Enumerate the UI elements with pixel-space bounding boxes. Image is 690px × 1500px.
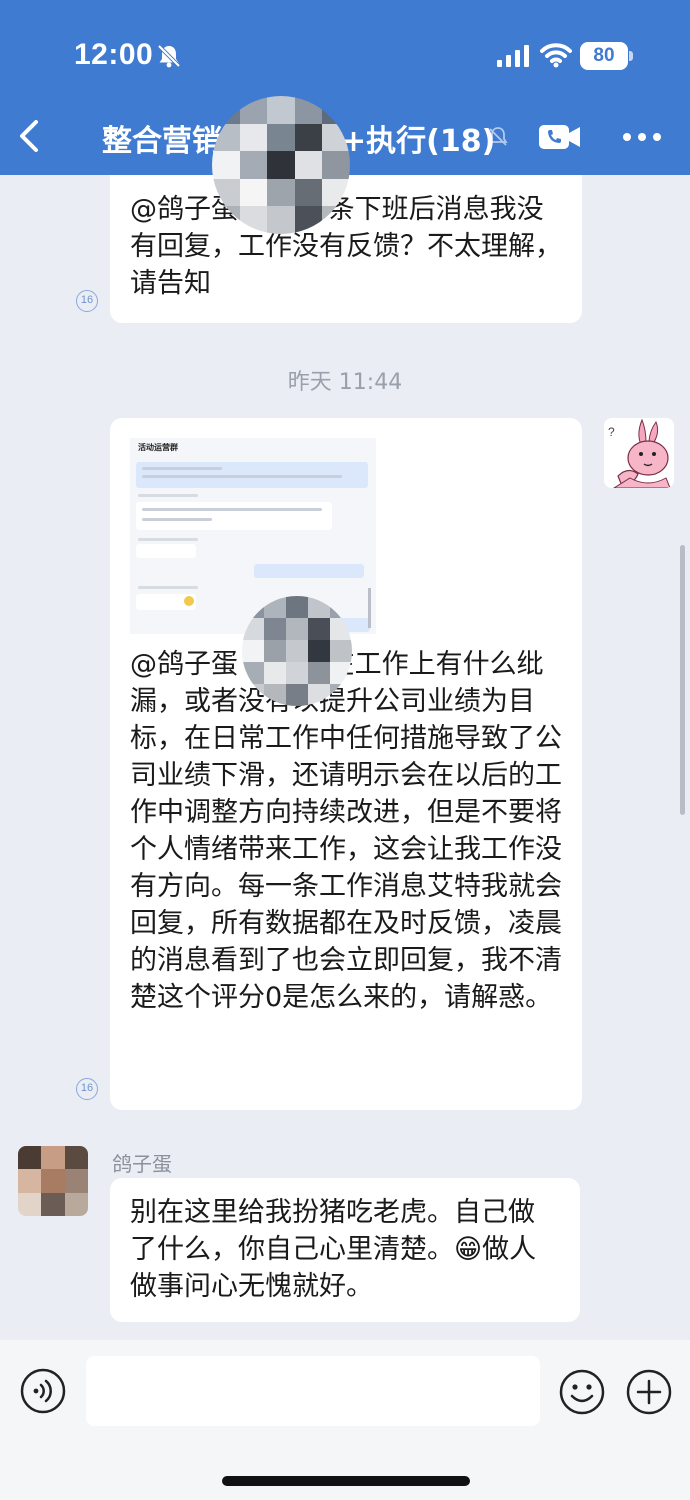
more-icon[interactable] [622,131,662,143]
pixelated-redaction [212,96,350,234]
message-timestamp: 昨天 11:44 [287,370,403,395]
battery-tip [629,51,633,61]
mute-bell-icon [157,44,181,68]
message-text: @鸽子蛋 请问哪条下班后消息我没有回复，工作没有反馈？不太理解，请告知 [130,194,562,299]
svg-text:?: ? [608,425,615,439]
avatar-self[interactable]: ? [604,418,674,488]
plus-icon[interactable] [625,1368,673,1416]
message-text: 别在这里给我扮猪吃老虎。自己做了什么，你自己心里清楚。😁做人做事问心无愧就好。 [130,1197,537,1302]
thumbnail-bubble [254,564,364,578]
thumbnail-line [142,508,322,511]
home-indicator[interactable] [222,1476,470,1486]
message-bubble-incoming[interactable]: 别在这里给我扮猪吃老虎。自己做了什么，你自己心里清楚。😁做人做事问心无愧就好。 [110,1178,580,1322]
wifi-icon [540,43,572,68]
back-icon[interactable] [12,118,46,154]
emoji-icon [184,596,194,606]
thumbnail-line [138,494,198,497]
chat-title[interactable]: 整合营销 [102,116,222,160]
read-receipt-count[interactable]: 16 [76,1078,98,1100]
voice-icon[interactable] [20,1368,66,1414]
chat-title-member-count[interactable]: +执行(18) [341,116,495,160]
message-input[interactable] [86,1356,540,1426]
thumbnail-scrollbar [368,588,371,628]
thumbnail-bubble [136,544,196,558]
thumbnail-bubble [136,502,332,530]
sender-name: 鸽子蛋 [112,1152,172,1176]
video-call-icon[interactable] [538,122,582,152]
emoji-icon[interactable] [558,1368,606,1416]
message-text: @鸽子蛋 如果我在工作上有什么纰漏，或者没有以提升公司业绩为目标，在日常工作中任… [130,649,562,1013]
thumbnail-title: 活动运营群 [138,443,178,452]
status-time: 12:00 [74,38,154,71]
message-bubble-outgoing[interactable]: @鸽子蛋 请问哪条下班后消息我没有回复，工作没有反馈？不太理解，请告知 [110,175,582,323]
thumbnail-line [142,475,342,478]
chat-scrollbar[interactable] [680,545,685,815]
signal-icon [497,45,529,67]
thumbnail-line [138,586,198,589]
read-receipt-count[interactable]: 16 [76,290,98,312]
pixelated-redaction [242,596,352,706]
thumbnail-line [142,518,212,521]
chat-muted-icon [488,127,508,146]
avatar-sender[interactable] [18,1146,88,1216]
image-attachment[interactable]: 活动运营群 [130,438,376,634]
thumbnail-line [138,538,198,541]
thumbnail-line [142,467,222,470]
battery-indicator: 80 [580,42,628,70]
